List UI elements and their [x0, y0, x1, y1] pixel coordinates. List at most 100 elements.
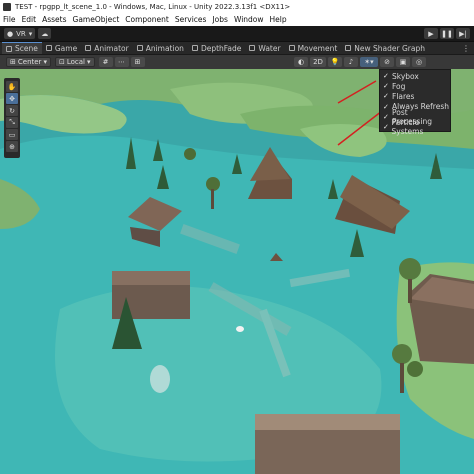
lighting-toggle[interactable]: 💡: [328, 57, 342, 67]
tab-label: Movement: [297, 43, 338, 53]
rotate-tool-button[interactable]: ↻: [6, 105, 18, 116]
account-icon: ●: [7, 29, 14, 38]
gizmos-button[interactable]: ◎: [412, 57, 426, 67]
light-bulb-icon: 💡: [330, 58, 340, 66]
animation-icon: [136, 45, 143, 51]
main-toolbar: ● VR ▾ ☁ ▶ ❚❚ ▶|: [0, 26, 474, 42]
chevron-down-icon: ▾: [43, 58, 47, 66]
menu-assets[interactable]: Assets: [42, 15, 66, 24]
menu-item-flares[interactable]: ✓ Flares: [380, 91, 450, 101]
snap-increment-button[interactable]: ⋯: [114, 57, 129, 67]
hidden-objects-toggle[interactable]: ⊘: [380, 57, 394, 67]
gizmo-globe-icon: ◎: [415, 58, 423, 66]
tab-depthfade[interactable]: DepthFade: [188, 42, 245, 54]
checkmark-icon: ✓: [383, 102, 389, 111]
checkmark-icon: ✓: [383, 72, 389, 81]
effects-dropdown-menu: ✓ Skybox ✓ Fog ✓ Flares ✓ Always Refresh ✓ Po…: [379, 69, 451, 136]
pivot-dropdown[interactable]: ⊞ Center ▾: [6, 57, 51, 67]
increment-snap-button[interactable]: ⊞: [130, 57, 145, 67]
menu-item-label: Fog: [392, 81, 406, 91]
space-label: Local: [66, 58, 85, 66]
grid-snap-button[interactable]: #: [98, 57, 113, 67]
tab-label: DepthFade: [200, 43, 242, 53]
transform-tool-button[interactable]: ⊕: [6, 141, 18, 152]
menu-window[interactable]: Window: [234, 15, 264, 24]
view-2d-button[interactable]: 2D: [310, 57, 326, 67]
house-bottom: [255, 414, 400, 474]
menu-component[interactable]: Component: [125, 15, 169, 24]
eye-slash-icon: ⊘: [384, 58, 390, 66]
rect-tool-button[interactable]: ▭: [6, 129, 18, 140]
speaker-icon: ♪: [348, 58, 354, 66]
menu-item-skybox[interactable]: ✓ Skybox: [380, 71, 450, 81]
tab-new-shader-graph[interactable]: New Shader Graph: [341, 42, 429, 54]
pause-icon: ❚❚: [441, 29, 453, 38]
title-bar: TEST - rpgpp_lt_scene_1.0 - Windows, Mac…: [0, 0, 474, 13]
account-button[interactable]: ● VR ▾: [4, 28, 36, 39]
window-title: TEST - rpgpp_lt_scene_1.0 - Windows, Mac…: [15, 2, 291, 11]
tree: [407, 361, 423, 377]
transform-icon: ⊕: [9, 142, 15, 151]
scale-tool-button[interactable]: ⤡: [6, 117, 18, 128]
effects-toggle[interactable]: ✶▾: [360, 57, 378, 67]
tool-palette: ✋ ✥ ↻ ⤡ ▭ ⊕: [4, 78, 20, 158]
step-button[interactable]: ▶|: [456, 28, 470, 39]
pivot-label: Center: [17, 58, 42, 66]
menu-item-particle-systems[interactable]: ✓ Particle Systems: [380, 118, 450, 136]
move-icon: ✥: [9, 94, 15, 103]
tab-label: Game: [54, 43, 78, 53]
tab-water[interactable]: Water: [245, 42, 284, 54]
scene-toolbar: ⊞ Center ▾ ⊡ Local ▾ # ⋯ ⊞ ◐ 2D 💡 ♪ ✶▾ ⊘…: [0, 55, 474, 69]
snap-icon: ⋯: [118, 58, 125, 66]
cloud-button[interactable]: ☁: [38, 28, 52, 39]
scene-icon: [6, 45, 12, 52]
pause-button[interactable]: ❚❚: [440, 28, 454, 39]
mode-2d-label: 2D: [313, 58, 323, 66]
tab-animation[interactable]: Animation: [133, 42, 188, 54]
play-button[interactable]: ▶: [424, 28, 438, 39]
shader-graph-icon: [249, 45, 256, 51]
chevron-down-icon: ▾: [28, 29, 33, 38]
tab-label: New Shader Graph: [354, 43, 425, 53]
menu-item-label: Skybox: [392, 71, 419, 81]
menu-services[interactable]: Services: [175, 15, 207, 24]
scale-icon: ⤡: [9, 118, 15, 126]
shader-graph-icon: [345, 45, 352, 51]
sphere-icon: ◐: [297, 58, 305, 66]
checkmark-icon: ✓: [383, 123, 389, 132]
menu-help[interactable]: Help: [270, 15, 287, 24]
menu-jobs[interactable]: Jobs: [212, 15, 227, 24]
hand-tool-button[interactable]: ✋: [6, 81, 18, 92]
tab-game[interactable]: Game: [42, 42, 81, 54]
effects-icon: ✶▾: [364, 58, 374, 66]
checkmark-icon: ✓: [383, 82, 389, 91]
unity-editor-window: { "window": { "title": "TEST - rpgpp_lt_…: [0, 0, 474, 474]
menu-item-label: Flares: [392, 91, 415, 101]
cloud-icon: ☁: [41, 29, 49, 38]
unity-logo-icon: [3, 2, 11, 11]
shader-graph-icon: [288, 45, 295, 51]
space-dropdown[interactable]: ⊡ Local ▾: [54, 57, 95, 67]
menu-edit[interactable]: Edit: [22, 15, 37, 24]
grid-icon: #: [102, 58, 109, 66]
move-tool-button[interactable]: ✥: [6, 93, 18, 104]
tab-movement[interactable]: Movement: [285, 42, 342, 54]
tab-animator[interactable]: Animator: [81, 42, 132, 54]
increment-icon: ⊞: [134, 58, 141, 66]
menu-gameobject[interactable]: GameObject: [73, 15, 120, 24]
more-tabs-icon[interactable]: ⋮: [462, 44, 474, 53]
audio-toggle[interactable]: ♪: [344, 57, 358, 67]
editor-tab-bar: Scene Game Animator Animation DepthFade …: [0, 42, 474, 55]
tab-scene[interactable]: Scene: [2, 42, 42, 54]
pivot-icon: ⊞: [10, 58, 16, 66]
tab-label: Animator: [94, 43, 129, 53]
menu-bar: File Edit Assets GameObject Component Se…: [0, 13, 474, 26]
game-icon: [45, 45, 52, 51]
menu-item-fog[interactable]: ✓ Fog: [380, 81, 450, 91]
menu-file[interactable]: File: [3, 15, 16, 24]
checkmark-icon: ✓: [383, 92, 389, 101]
step-icon: ▶|: [459, 29, 467, 38]
scene-camera-button[interactable]: ▣: [396, 57, 410, 67]
shading-mode-button[interactable]: ◐: [294, 57, 308, 67]
chevron-down-icon: ▾: [86, 58, 91, 66]
